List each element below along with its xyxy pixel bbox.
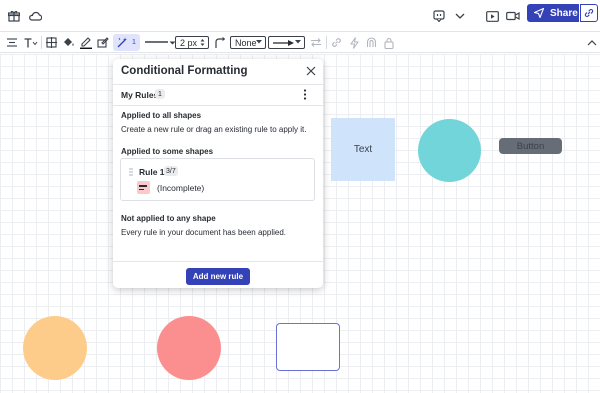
arrow-end-icon (273, 39, 295, 46)
panel-header: Conditional Formatting (113, 59, 323, 85)
magnet-icon[interactable] (365, 35, 377, 50)
share-button[interactable]: Share (527, 4, 579, 22)
connector-style-icon[interactable] (214, 35, 226, 50)
teal-circle-shape[interactable] (418, 119, 481, 182)
stepper-icon[interactable] (200, 38, 205, 47)
present-icon[interactable] (484, 8, 500, 24)
drag-handle-icon[interactable] (129, 168, 133, 176)
cloud-icon[interactable] (27, 8, 43, 24)
outlined-rectangle-shape[interactable] (276, 323, 340, 371)
button-shape[interactable]: Button (499, 138, 562, 154)
conditional-formatting-panel: Conditional Formatting My Rules 1 Applie… (113, 59, 323, 288)
my-rules-count-badge: 1 (155, 89, 165, 99)
panel-title: Conditional Formatting (121, 65, 248, 77)
close-icon[interactable] (306, 66, 317, 77)
rule-name: Rule 1 (139, 167, 165, 177)
toolbar-divider (326, 36, 327, 49)
send-icon (534, 8, 544, 18)
rule-format-swatch-icon (137, 181, 150, 194)
orange-circle-shape[interactable] (23, 316, 87, 380)
my-rules-row: My Rules 1 (113, 85, 323, 106)
line-style-select[interactable] (145, 36, 168, 48)
panel-footer: Add new rule (113, 261, 323, 288)
shape-style-icon[interactable] (96, 35, 109, 50)
line-end-select[interactable] (268, 36, 305, 49)
toolbar-divider (41, 36, 42, 49)
lightning-icon[interactable] (348, 35, 360, 50)
collapse-chevron-icon[interactable] (586, 35, 598, 50)
applied-some-title: Applied to some shapes (121, 147, 214, 156)
top-bar: Share (0, 0, 600, 31)
active-rule-count: 1 (132, 39, 136, 46)
not-applied-title: Not applied to any shape (121, 214, 216, 223)
align-icon[interactable] (6, 35, 18, 50)
gift-icon[interactable] (6, 8, 22, 24)
video-icon[interactable] (505, 8, 521, 24)
line-start-select[interactable]: None (230, 36, 266, 49)
not-applied-text: Every rule in your document has been app… (121, 228, 286, 237)
share-label: Share (550, 7, 578, 19)
chevron-down-icon[interactable] (452, 8, 468, 24)
button-shape-label: Button (516, 140, 545, 152)
magic-wand-icon[interactable] (116, 35, 128, 50)
link-icon (584, 8, 594, 18)
add-new-rule-button[interactable]: Add new rule (186, 268, 250, 285)
link-icon[interactable] (330, 35, 343, 50)
lock-icon[interactable] (383, 35, 395, 50)
text-options-icon[interactable] (24, 35, 38, 50)
text-shape-label: Text (353, 144, 373, 155)
more-options-icon[interactable] (303, 89, 309, 101)
grid-icon[interactable] (45, 35, 57, 50)
my-rules-label: My Rules (121, 90, 159, 100)
applied-all-text: Create a new rule or drag an existing ru… (121, 125, 307, 134)
stroke-width-value: 2 px (180, 37, 198, 48)
applied-all-title: Applied to all shapes (121, 111, 202, 120)
text-shape[interactable]: Text (331, 118, 395, 181)
pen-icon[interactable] (79, 35, 92, 50)
rule-card[interactable]: Rule 1 3/7 (Incomplete) (120, 158, 315, 201)
comment-icon[interactable] (431, 8, 447, 24)
fill-bucket-icon[interactable] (62, 35, 75, 50)
rule-status: (Incomplete) (157, 183, 205, 193)
chevron-down-icon (256, 40, 262, 44)
copy-link-button[interactable] (580, 4, 598, 22)
line-start-value: None (235, 37, 257, 48)
red-circle-shape[interactable] (157, 316, 221, 380)
swap-arrows-icon[interactable] (309, 35, 323, 50)
stroke-width-select[interactable]: 2 px (175, 36, 209, 49)
chevron-down-icon (295, 40, 301, 44)
format-toolbar: 1 2 px None (0, 31, 600, 53)
rule-applied-badge: 3/7 (164, 166, 178, 176)
